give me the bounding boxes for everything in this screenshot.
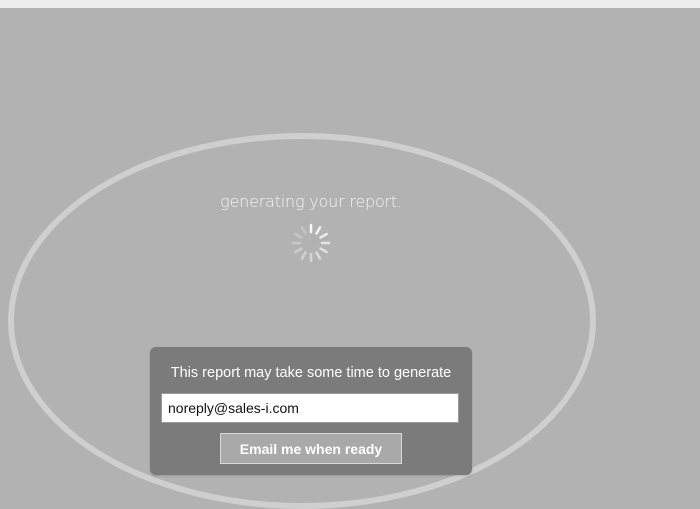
- loading-message: generating your report.: [220, 192, 402, 211]
- email-notification-dialog: This report may take some time to genera…: [150, 347, 472, 475]
- email-field[interactable]: [161, 393, 459, 423]
- top-strip: [0, 0, 700, 8]
- loading-spinner-icon: [289, 221, 333, 265]
- dialog-message: This report may take some time to genera…: [170, 365, 452, 381]
- report-loading-overlay: generating your report. This report may …: [0, 8, 700, 509]
- email-me-when-ready-button[interactable]: Email me when ready: [220, 433, 402, 464]
